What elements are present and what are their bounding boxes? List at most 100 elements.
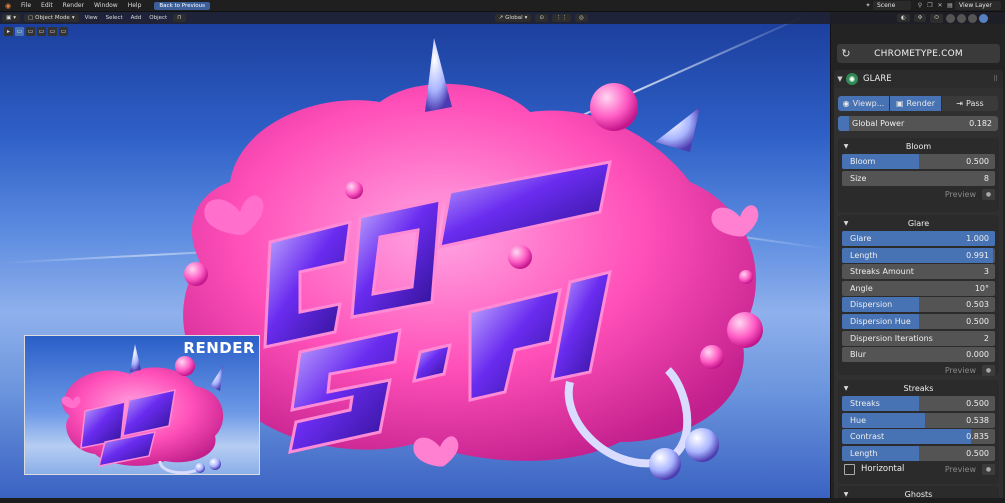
proportional-edit-toggle[interactable]: ◎ xyxy=(575,14,588,22)
tool-settings-row: ▸ ▭ ▭ ▭ ▭ ▭ xyxy=(0,24,68,38)
streaks-length-slider[interactable]: Length 0.500 xyxy=(842,445,995,461)
slider-value: 0.500 xyxy=(966,157,989,166)
blender-logo-icon[interactable]: ◉ xyxy=(3,1,13,11)
snapping-dropdown[interactable]: ⋮⋮ xyxy=(552,14,572,22)
bloom-preview-dot-icon[interactable]: ● xyxy=(982,188,995,200)
glare-length-slider[interactable]: Length 0.991 xyxy=(842,247,995,263)
material-shading-button[interactable] xyxy=(968,13,977,23)
select-invert-icon[interactable]: ▭ xyxy=(48,26,57,36)
dispersion-slider[interactable]: Dispersion 0.503 xyxy=(842,297,995,313)
rendered-shading-button[interactable] xyxy=(979,13,988,23)
streaks-preview-dot-icon[interactable]: ● xyxy=(982,463,995,475)
back-to-previous-button[interactable]: Back to Previous xyxy=(154,1,211,10)
streaks-amount-field[interactable]: Streaks Amount 3 xyxy=(842,264,995,280)
menu-render[interactable]: Render xyxy=(58,2,89,9)
pivot-dropdown[interactable]: ⊙ xyxy=(535,14,549,22)
orientation-dropdown[interactable]: ↗ Global ▾ xyxy=(494,14,532,22)
pink-ball xyxy=(508,245,532,269)
gizmo-toggle[interactable]: ✣ xyxy=(913,14,927,22)
hue-slider[interactable]: Hue 0.538 xyxy=(842,412,995,428)
menu-object[interactable]: Object xyxy=(145,15,171,21)
object-mode-icon: ▢ xyxy=(27,15,34,21)
global-power-slider[interactable]: Global Power 0.182 xyxy=(838,116,998,131)
tab-render[interactable]: ▣ Render xyxy=(890,96,941,111)
tab-render-label: Render xyxy=(906,99,936,108)
collapse-caret-icon[interactable]: ▼ xyxy=(834,75,846,83)
drag-grip-icon[interactable]: ⠿ xyxy=(993,75,1003,83)
tab-pass[interactable]: ⇥ Pass xyxy=(942,96,998,111)
close-icon[interactable]: ✕ xyxy=(936,2,944,10)
blur-slider[interactable]: Blur 0.000 xyxy=(842,347,995,363)
overlay-icon: ⬭ xyxy=(934,14,939,21)
menu-select[interactable]: Select xyxy=(102,15,127,21)
copy-icon[interactable]: ❐ xyxy=(926,2,934,10)
select-tool-icon[interactable]: ▸ xyxy=(4,26,13,36)
chrome-ball xyxy=(685,428,719,462)
chrometype-link-button[interactable]: ↻ CHROMETYPE.COM xyxy=(837,44,1000,63)
pink-ball xyxy=(184,262,208,286)
menu-file[interactable]: File xyxy=(16,2,36,9)
bloom-section-header[interactable]: ▼ Bloom xyxy=(838,138,999,154)
axis-icon: ↗ xyxy=(498,15,504,21)
select-subtract-icon[interactable]: ▭ xyxy=(37,26,46,36)
streaks-section-header[interactable]: ▼ Streaks xyxy=(838,380,999,396)
horizontal-checkbox[interactable] xyxy=(844,463,855,475)
horizontal-toggle[interactable]: Horizontal xyxy=(842,463,941,475)
scene-selector[interactable]: Scene xyxy=(873,1,911,10)
wireframe-shading-button[interactable] xyxy=(946,13,955,23)
editor-type-dropdown[interactable]: ▣ ▾ xyxy=(2,14,20,22)
slider-label: Hue xyxy=(850,415,867,425)
dispersion-hue-slider[interactable]: Dispersion Hue 0.500 xyxy=(842,313,995,329)
collapse-caret-icon: ▼ xyxy=(843,384,849,392)
overlay-toggle[interactable]: ⬭ xyxy=(930,13,943,23)
render-preview-inset: RENDER xyxy=(24,335,260,475)
glare-node-header[interactable]: ▼ ✺ GLARE ⠿ xyxy=(834,70,1003,88)
view-layer-icon[interactable]: ▤ xyxy=(946,2,954,10)
menu-edit[interactable]: Edit xyxy=(36,2,58,9)
streaks-title: Streaks xyxy=(903,383,934,393)
scene-icon[interactable]: ✦ xyxy=(864,2,872,10)
select-intersect-icon[interactable]: ▭ xyxy=(59,26,68,36)
ghosts-section-header[interactable]: ▼ Ghosts xyxy=(838,486,999,499)
left-horn xyxy=(425,38,452,112)
bloom-preview-row: Preview ● xyxy=(842,187,995,201)
contrast-slider[interactable]: Contrast 0.835 xyxy=(842,429,995,445)
pass-arrow-icon: ⇥ xyxy=(956,99,963,108)
camera-icon: ▣ xyxy=(895,99,904,108)
glare-slider[interactable]: Glare 1.000 xyxy=(842,231,995,246)
select-extend-icon[interactable]: ▭ xyxy=(26,26,35,36)
global-power-label: Global Power xyxy=(852,119,905,128)
bloom-preview-button[interactable]: Preview xyxy=(945,190,978,199)
slider-value: 0.000 xyxy=(966,350,989,360)
glare-section-header[interactable]: ▼ Glare xyxy=(838,215,999,231)
slider-value: 0.538 xyxy=(966,415,989,425)
dispersion-iterations-field[interactable]: Dispersion Iterations 2 xyxy=(842,330,995,346)
pink-ball xyxy=(700,345,724,369)
slider-value: 0.500 xyxy=(966,399,989,408)
glare-preview-button[interactable]: Preview xyxy=(945,366,978,375)
menu-help[interactable]: Help xyxy=(123,2,147,9)
slider-value: 3 xyxy=(983,267,989,277)
right-horn xyxy=(655,107,700,152)
3d-viewport[interactable]: RENDER xyxy=(0,12,830,498)
glare-preview-dot-icon[interactable]: ● xyxy=(982,365,995,377)
tab-viewport[interactable]: ◉ Viewp... xyxy=(838,96,889,111)
mode-dropdown[interactable]: ▢ Object Mode ▾ xyxy=(23,14,79,22)
menu-window[interactable]: Window xyxy=(89,2,123,9)
slider-value: 0.500 xyxy=(966,448,989,458)
view-layer-selector[interactable]: View Layer xyxy=(955,1,1001,10)
menu-view[interactable]: View xyxy=(81,15,102,21)
pin-icon[interactable]: ⚲ xyxy=(916,2,924,10)
slider-label: Length xyxy=(850,250,878,260)
select-box-icon[interactable]: ▭ xyxy=(15,26,24,36)
streaks-slider[interactable]: Streaks 0.500 xyxy=(842,396,995,411)
angle-field[interactable]: Angle 10° xyxy=(842,280,995,296)
snap-dropdown[interactable]: ⊓ xyxy=(173,14,186,22)
bloom-size-field[interactable]: Size 8 xyxy=(842,170,995,186)
visibility-dropdown[interactable]: ◐ xyxy=(896,14,910,22)
solid-shading-button[interactable] xyxy=(957,13,966,23)
node-title: GLARE xyxy=(863,74,892,84)
bloom-slider[interactable]: Bloom 0.500 xyxy=(842,154,995,169)
streaks-preview-button[interactable]: Preview xyxy=(945,465,978,474)
menu-add[interactable]: Add xyxy=(127,15,146,21)
